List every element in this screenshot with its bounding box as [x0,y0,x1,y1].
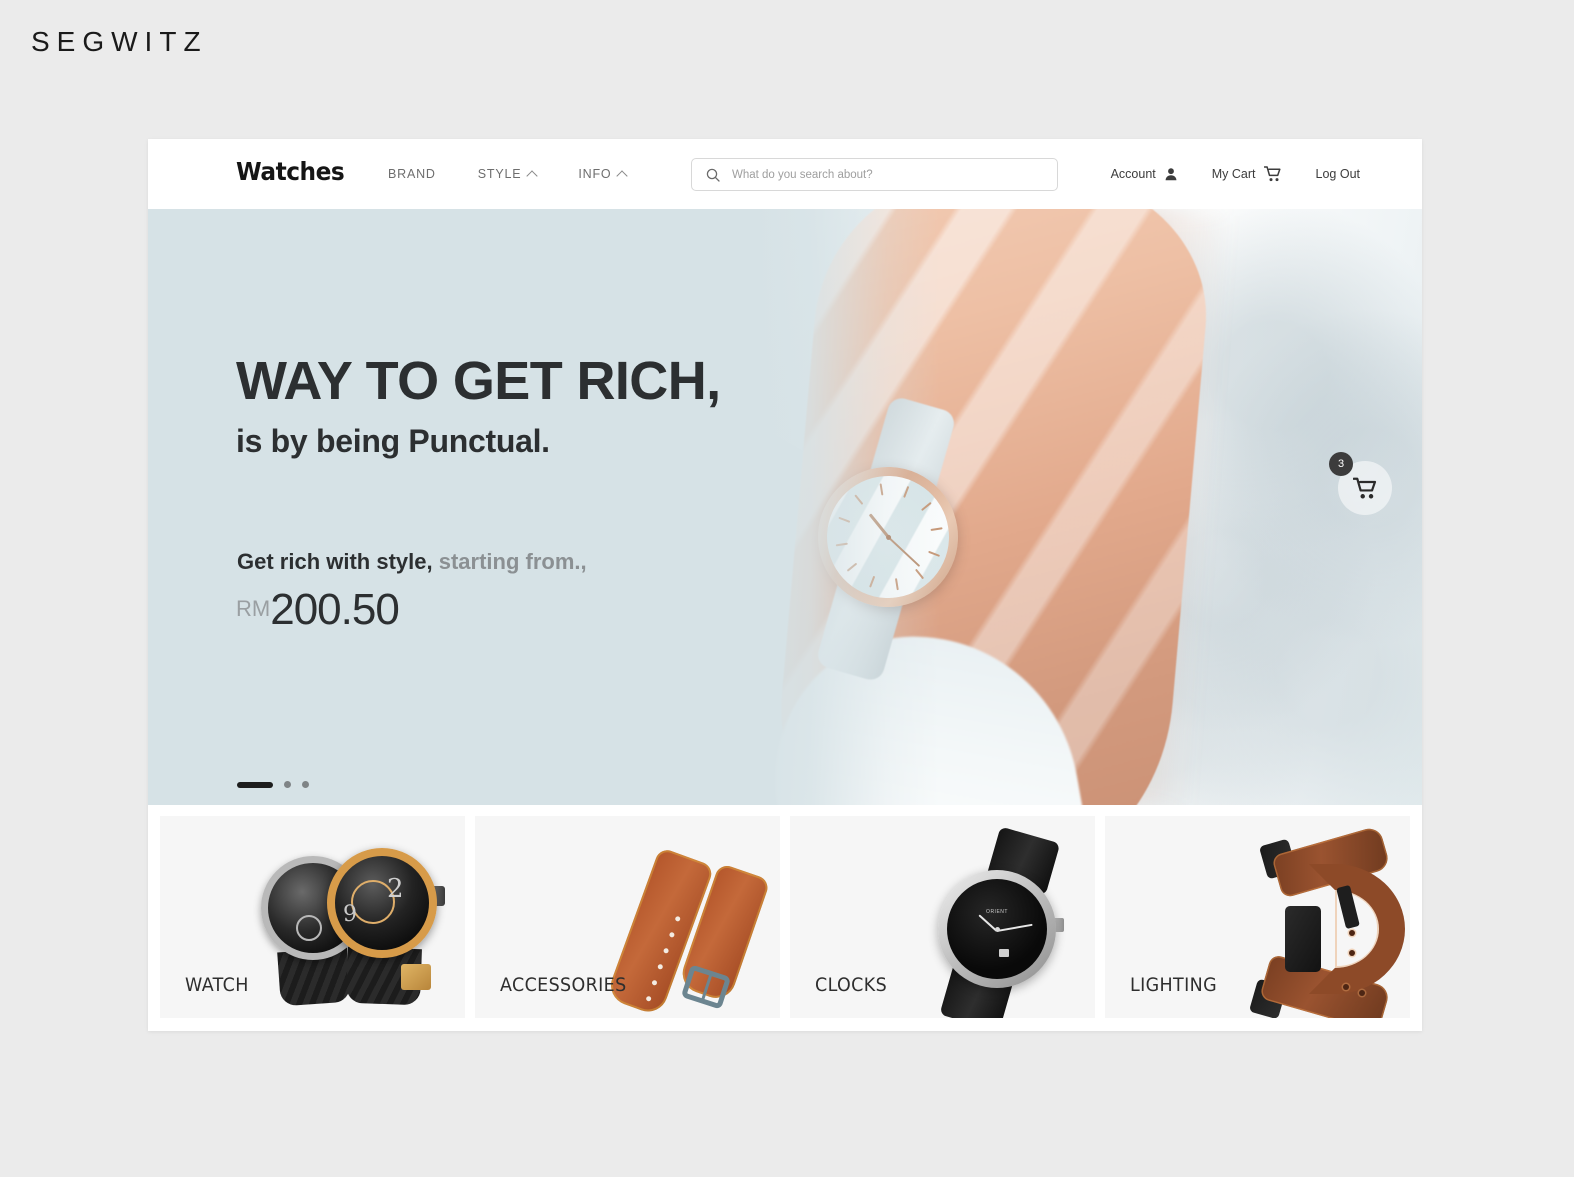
hero-price-lead-muted: starting from., [432,549,587,574]
hero-copy: WAY TO GET RICH, is by being Punctual. G… [236,209,856,805]
account-nav: Account My Cart Log Out [1111,139,1360,209]
segwitz-watermark: SEGWITZ [31,26,208,57]
floating-cart-button[interactable]: 3 [1329,452,1392,515]
chevron-up-icon [616,169,629,182]
category-label-lighting: LIGHTING [1130,974,1217,996]
person-icon [1165,168,1177,181]
search-icon [706,168,720,182]
website-preview-card: Watches BRAND STYLE INFO Account [148,139,1422,1031]
category-label-accessories: ACCESSORIES [500,974,627,996]
site-logo[interactable]: Watches [236,157,345,186]
hero-subheadline: is by being Punctual. [236,423,550,459]
log-out-label: Log Out [1315,167,1360,181]
search-bar[interactable] [691,158,1058,191]
cart-badge-count: 3 [1329,452,1353,476]
account-label: Account [1110,167,1156,181]
carousel-indicators[interactable] [237,781,309,788]
site-navbar: Watches BRAND STYLE INFO Account [148,139,1422,209]
chevron-up-icon [526,169,539,182]
nav-item-info[interactable]: INFO [578,167,629,182]
search-input[interactable] [732,168,1043,181]
nav-item-style-label: STYLE [477,167,522,181]
carousel-dot-1[interactable] [237,781,273,788]
category-card-clocks[interactable]: ORIENT CLOCKS [790,816,1095,1018]
category-label-clocks: CLOCKS [815,974,888,996]
account-link[interactable]: Account [1111,167,1178,181]
hero-banner: WAY TO GET RICH, is by being Punctual. G… [148,209,1422,805]
carousel-dot-3[interactable] [302,781,309,788]
hero-price-lead-strong: Get rich with style, [237,549,433,574]
strap-black-buckle-image [1223,825,1410,1018]
hero-price-lead: Get rich with style, starting from., [237,549,587,575]
hero-price-value: 200.50 [270,585,400,634]
twin-luxury-watches-image: 2 9 [255,838,445,1008]
primary-nav: BRAND STYLE INFO [388,139,629,209]
hero-price-currency: RM [236,595,271,621]
category-grid: 2 9 WATCH ACCESSORIES ORIENT CLOCKS LIGH… [148,805,1422,1031]
nav-item-info-label: INFO [578,167,612,181]
brown-leather-strap-image [605,836,780,1018]
category-label-watch: WATCH [185,974,249,996]
dress-watch-image: ORIENT [910,826,1090,1018]
hero-headline: WAY TO GET RICH, [236,351,721,411]
cart-icon [1352,477,1376,498]
category-card-watch[interactable]: 2 9 WATCH [160,816,465,1018]
nav-item-style[interactable]: STYLE [477,167,539,182]
cart-icon [1263,166,1281,182]
my-cart-label: My Cart [1211,167,1256,181]
log-out-link[interactable]: Log Out [1316,167,1360,181]
my-cart-link[interactable]: My Cart [1212,166,1282,182]
carousel-dot-2[interactable] [284,781,291,788]
hero-price: RM 200.50 [236,585,400,634]
nav-item-brand[interactable]: BRAND [388,167,436,181]
category-card-accessories[interactable]: ACCESSORIES [475,816,780,1018]
nav-item-brand-label: BRAND [388,167,436,181]
category-card-lighting[interactable]: LIGHTING [1105,816,1410,1018]
